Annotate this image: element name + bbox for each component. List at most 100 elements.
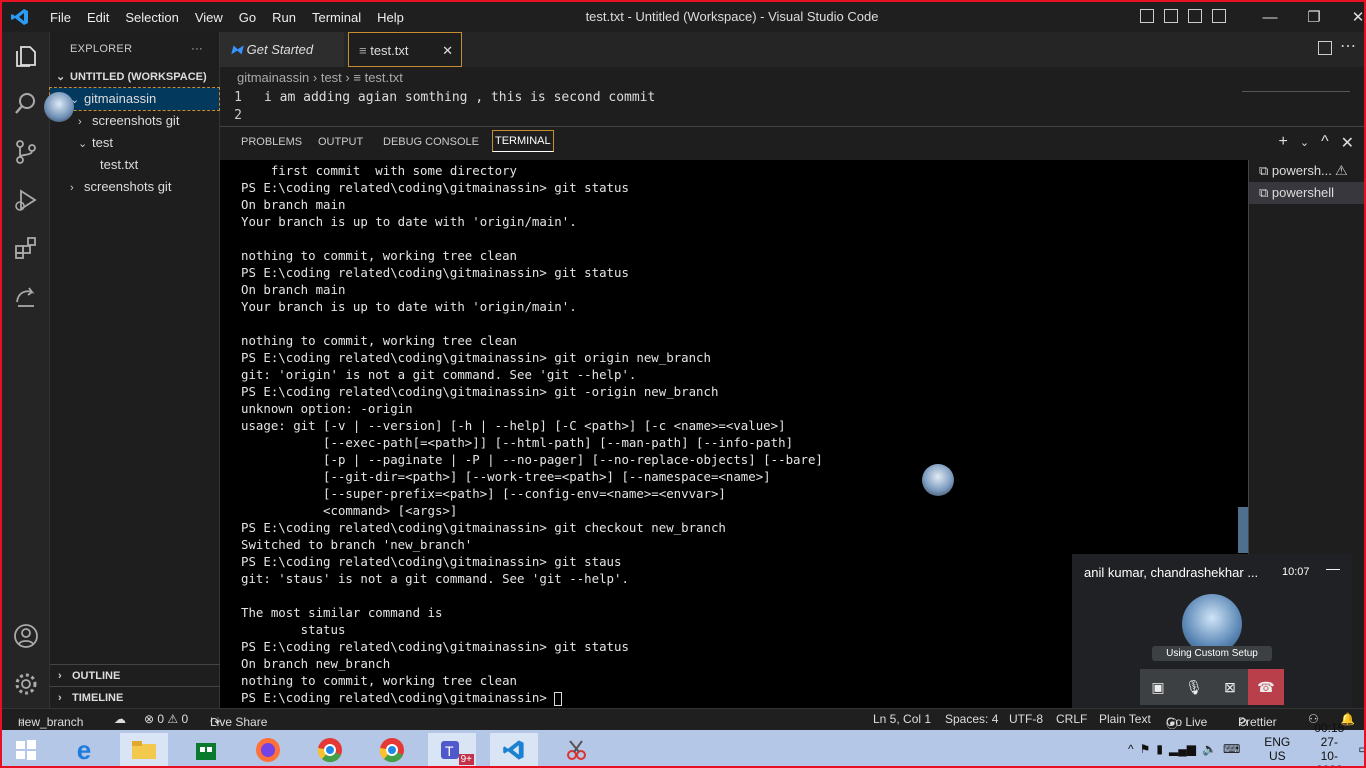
- action-center-icon[interactable]: ▭: [1358, 742, 1364, 756]
- live-share-icon[interactable]: [12, 282, 40, 310]
- toggle-panel-icon[interactable]: [1164, 9, 1178, 23]
- store-icon[interactable]: [182, 733, 230, 766]
- tab-debug-console[interactable]: DEBUG CONSOLE: [383, 136, 479, 148]
- more-actions-icon[interactable]: ⋯: [1340, 36, 1356, 56]
- minimize-icon[interactable]: —: [1248, 9, 1292, 26]
- participant-avatar: [922, 464, 954, 496]
- terminal-item[interactable]: ⧉ powersh... ⚠: [1249, 160, 1364, 182]
- close-tab-icon[interactable]: ✕: [442, 33, 453, 68]
- share-screen-icon[interactable]: ⊠: [1212, 669, 1248, 705]
- sync-icon[interactable]: ☁: [114, 712, 126, 726]
- tree-item-screenshots-git-root[interactable]: › screenshots git: [50, 176, 219, 198]
- clock[interactable]: 00:1527-10-2022: [1314, 721, 1344, 766]
- layout-controls: [1140, 9, 1226, 23]
- call-duration: 10:07: [1282, 566, 1310, 578]
- explorer-header: EXPLORER ···: [50, 32, 219, 66]
- chevron-up-icon[interactable]: ^: [1128, 742, 1134, 756]
- teams-icon[interactable]: T 9+: [428, 733, 476, 766]
- chevron-down-icon[interactable]: ⌄: [1300, 136, 1309, 153]
- end-call-icon[interactable]: ☎: [1248, 669, 1284, 705]
- chrome-icon[interactable]: [368, 733, 416, 766]
- customize-layout-icon[interactable]: [1212, 9, 1226, 23]
- accounts-icon[interactable]: [12, 622, 40, 650]
- more-actions-icon[interactable]: ···: [191, 32, 203, 66]
- terminal-item[interactable]: ⧉ powershell: [1249, 182, 1364, 204]
- menu-run[interactable]: Run: [264, 10, 304, 25]
- extensions-icon[interactable]: [12, 234, 40, 262]
- manage-gear-icon[interactable]: [12, 670, 40, 698]
- video-off-icon[interactable]: ▣: [1140, 669, 1176, 705]
- menu-go[interactable]: Go: [231, 10, 264, 25]
- tab-test-txt[interactable]: ≡ test.txt ✕: [348, 32, 462, 67]
- tab-get-started[interactable]: ⧓ Get Started: [220, 32, 344, 67]
- terminal-line: usage: git [-v | --version] [-h | --help…: [241, 418, 786, 433]
- flag-icon[interactable]: ⚑: [1140, 742, 1151, 756]
- workspace-folder[interactable]: ⌄ UNTITLED (WORKSPACE): [50, 66, 219, 88]
- minimap[interactable]: [1242, 91, 1350, 99]
- language-mode[interactable]: Plain Text: [1099, 712, 1151, 726]
- breadcrumb-subfolder[interactable]: test: [321, 70, 342, 85]
- tab-output[interactable]: OUTPUT: [318, 136, 363, 148]
- restore-icon[interactable]: ❐: [1292, 8, 1336, 26]
- search-icon[interactable]: [12, 90, 40, 118]
- code-editor[interactable]: 1i am adding agian somthing , this is se…: [220, 89, 1364, 125]
- close-panel-icon[interactable]: ✕: [1341, 133, 1354, 153]
- call-overlay: anil kumar, chandrashekhar ... 10:07 — U…: [1072, 554, 1352, 708]
- chrome-icon[interactable]: [306, 733, 354, 766]
- line-ending[interactable]: CRLF: [1056, 712, 1087, 726]
- keyboard-icon[interactable]: ⌨: [1223, 742, 1240, 756]
- split-editor-icon[interactable]: [1318, 41, 1332, 55]
- tree-item-gitmainassin[interactable]: ⌄ gitmainassin: [49, 87, 220, 111]
- windows-start-icon[interactable]: [2, 733, 50, 766]
- file-explorer-icon[interactable]: [120, 733, 168, 766]
- firefox-icon[interactable]: [244, 733, 292, 766]
- indentation[interactable]: Spaces: 4: [945, 712, 998, 726]
- tree-item-test-txt[interactable]: test.txt: [50, 154, 219, 176]
- run-debug-icon[interactable]: [12, 186, 40, 214]
- menu-terminal[interactable]: Terminal: [304, 10, 369, 25]
- snipping-tool-icon[interactable]: [552, 733, 600, 766]
- tab-problems[interactable]: PROBLEMS: [241, 136, 302, 148]
- microphone-icon[interactable]: 🎙: [1176, 669, 1212, 705]
- new-terminal-icon[interactable]: +: [1279, 133, 1288, 153]
- tree-item-test[interactable]: ⌄ test: [50, 132, 219, 154]
- outline-section[interactable]: › OUTLINE: [50, 664, 220, 686]
- terminal-line: PS E:\coding related\coding\gitmainassin…: [241, 520, 726, 535]
- explorer-icon[interactable]: [12, 42, 40, 70]
- vscode-taskbar-icon[interactable]: [490, 733, 538, 766]
- toggle-primary-sidebar-icon[interactable]: [1140, 9, 1154, 23]
- maximize-panel-icon[interactable]: ^: [1321, 133, 1329, 153]
- menu-edit[interactable]: Edit: [79, 10, 117, 25]
- minimize-call-icon[interactable]: —: [1326, 560, 1340, 576]
- battery-icon[interactable]: ▮: [1156, 742, 1163, 756]
- network-icon[interactable]: ▂▄▆: [1169, 742, 1196, 756]
- terminal-line: On branch main: [241, 282, 346, 297]
- timeline-section[interactable]: › TIMELINE: [50, 686, 220, 708]
- toggle-secondary-sidebar-icon[interactable]: [1188, 9, 1202, 23]
- volume-icon[interactable]: 🔈: [1202, 742, 1217, 756]
- vscode-logo-icon: [11, 9, 28, 25]
- terminal-line: git: 'origin' is not a git command. See …: [241, 367, 637, 382]
- code-line: 2: [234, 108, 242, 123]
- menu-file[interactable]: File: [42, 10, 79, 25]
- close-window-icon[interactable]: ✕: [1336, 8, 1364, 26]
- menu-selection[interactable]: Selection: [117, 10, 186, 25]
- internet-explorer-icon[interactable]: e: [60, 733, 108, 766]
- menu-view[interactable]: View: [187, 10, 231, 25]
- input-language[interactable]: ENG US: [1264, 735, 1290, 763]
- terminal-line: PS E:\coding related\coding\gitmainassin…: [241, 265, 629, 280]
- menu-bar: File Edit Selection View Go Run Terminal…: [42, 2, 412, 32]
- breadcrumb-folder[interactable]: gitmainassin: [237, 70, 309, 85]
- source-control-icon[interactable]: [12, 138, 40, 166]
- window: File Edit Selection View Go Run Terminal…: [0, 0, 1366, 768]
- encoding[interactable]: UTF-8: [1009, 712, 1043, 726]
- terminal-line: [--git-dir=<path>] [--work-tree=<path>] …: [241, 469, 771, 484]
- problems-status[interactable]: ⊗ 0 ⚠ 0: [144, 712, 188, 726]
- tree-item-screenshots-git[interactable]: › screenshots git: [50, 110, 219, 132]
- tab-terminal[interactable]: TERMINAL: [492, 130, 554, 152]
- menu-help[interactable]: Help: [369, 10, 412, 25]
- cursor-position[interactable]: Ln 5, Col 1: [873, 712, 931, 726]
- terminal-scrollbar[interactable]: [1238, 507, 1248, 553]
- window-controls: — ❐ ✕: [1248, 2, 1365, 32]
- breadcrumb-file[interactable]: test.txt: [365, 70, 403, 85]
